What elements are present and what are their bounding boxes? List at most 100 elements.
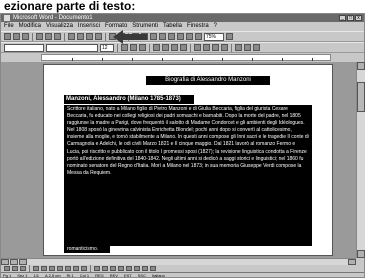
title-bar: Microsoft Word - Documento1 _ □ x [1, 14, 364, 22]
text-box-icon[interactable] [65, 266, 71, 271]
align-right-icon[interactable] [171, 44, 178, 51]
line-icon[interactable] [33, 266, 39, 271]
menu-window[interactable]: Finestra [187, 22, 209, 31]
show-hide-icon[interactable] [195, 33, 202, 40]
menu-bar: File Modifica Visualizza Inserisci Forma… [1, 22, 364, 31]
status-column: Col 1 [79, 273, 90, 278]
help-icon[interactable] [226, 33, 233, 40]
wordart-icon[interactable] [73, 266, 79, 271]
align-center-icon[interactable] [162, 44, 169, 51]
rectangle-icon[interactable] [49, 266, 55, 271]
print-preview-icon[interactable] [45, 33, 52, 40]
selected-body-text[interactable]: Scrittore italiano, nato a Milano figlio… [64, 105, 312, 246]
vertical-scrollbar[interactable] [356, 62, 365, 258]
ruler-tick [282, 58, 283, 61]
justify-icon[interactable] [180, 44, 187, 51]
font-name-select[interactable] [46, 43, 98, 52]
bullets-icon[interactable] [203, 44, 210, 51]
clipart-icon[interactable] [81, 266, 87, 271]
status-page-count: 1/1 [33, 273, 40, 278]
scroll-thumb[interactable] [357, 82, 365, 112]
cut-icon[interactable] [68, 33, 75, 40]
horizontal-ruler[interactable] [41, 54, 331, 61]
new-document-icon[interactable] [4, 33, 11, 40]
ruler-tick [72, 58, 73, 61]
draw-menu-icon[interactable] [4, 266, 10, 271]
selected-title[interactable]: Biografia di Alessandro Manzoni [146, 76, 270, 85]
arrow-style-icon[interactable] [134, 266, 140, 271]
status-rec[interactable]: REG [95, 273, 104, 278]
shadow-icon[interactable] [142, 266, 148, 271]
menu-edit[interactable]: Modifica [19, 22, 41, 31]
open-folder-icon[interactable] [13, 33, 20, 40]
ruler-tick [102, 58, 103, 61]
menu-table[interactable]: Tabella [163, 22, 182, 31]
line-color-icon[interactable] [102, 266, 108, 271]
oval-icon[interactable] [57, 266, 63, 271]
horizontal-scrollbar[interactable] [1, 258, 356, 265]
print-icon[interactable] [36, 33, 43, 40]
selected-subtitle[interactable]: Manzoni, Alessandro (Milano 1785-1873) [64, 95, 194, 104]
status-line: Ri 1 [66, 273, 74, 278]
word-window: Microsoft Word - Documento1 _ □ x File M… [0, 13, 365, 278]
menu-view[interactable]: Visualizza [46, 22, 73, 31]
underline-icon[interactable] [139, 44, 146, 51]
toolbar-separator [32, 32, 33, 41]
window-title: Microsoft Word - Documento1 [13, 15, 93, 21]
decrease-indent-icon[interactable] [212, 44, 219, 51]
insert-excel-icon[interactable] [159, 33, 166, 40]
minimize-button[interactable]: _ [339, 15, 346, 21]
zoom-select[interactable]: 75% [204, 32, 224, 41]
status-trk[interactable]: REV [110, 273, 118, 278]
scroll-down-icon[interactable] [357, 250, 365, 258]
dash-style-icon[interactable] [126, 266, 132, 271]
scroll-up-icon[interactable] [357, 62, 365, 70]
insert-table-icon[interactable] [150, 33, 157, 40]
align-left-icon[interactable] [153, 44, 160, 51]
document-map-icon[interactable] [186, 33, 193, 40]
maximize-button[interactable]: □ [347, 15, 354, 21]
bold-icon[interactable] [121, 44, 128, 51]
menu-file[interactable]: File [4, 22, 14, 31]
caption-text: ezionare parte di testo: [0, 0, 365, 13]
columns-icon[interactable] [168, 33, 175, 40]
draw-font-color-icon[interactable] [110, 266, 116, 271]
toolbar-separator [231, 43, 232, 52]
status-page: Pg 1 [3, 273, 12, 278]
save-icon[interactable] [22, 33, 29, 40]
copy-icon[interactable] [77, 33, 84, 40]
toolbar-separator [105, 32, 106, 41]
spelling-icon[interactable] [54, 33, 61, 40]
document-page[interactable]: Biografia di Alessandro Manzoni Manzoni,… [43, 64, 333, 256]
status-ext[interactable]: EST [124, 273, 132, 278]
status-section: Sez 1 [17, 273, 28, 278]
autoshapes-icon[interactable] [20, 266, 26, 271]
highlight-icon[interactable] [244, 44, 251, 51]
numbering-icon[interactable] [194, 44, 201, 51]
paste-icon[interactable] [86, 33, 93, 40]
font-size-select[interactable]: 12 [100, 43, 114, 52]
select-objects-icon[interactable] [12, 266, 18, 271]
status-ovr[interactable]: SSC [138, 273, 146, 278]
ruler-tick [312, 58, 313, 61]
fill-color-icon[interactable] [94, 266, 100, 271]
selected-text-tail[interactable]: romanticismo. [64, 246, 110, 253]
italic-icon[interactable] [130, 44, 137, 51]
border-icon[interactable] [235, 44, 242, 51]
ruler-tick [132, 58, 133, 61]
menu-help[interactable]: ? [214, 22, 217, 31]
line-style-icon[interactable] [118, 266, 124, 271]
ruler-tick [252, 58, 253, 61]
font-color-icon[interactable] [253, 44, 260, 51]
arrow-icon[interactable] [41, 266, 47, 271]
document-area: Biografia di Alessandro Manzoni Manzoni,… [1, 62, 356, 258]
status-position: A 2,5 cm [45, 273, 61, 278]
increase-indent-icon[interactable] [221, 44, 228, 51]
menu-insert[interactable]: Inserisci [78, 22, 100, 31]
style-select[interactable] [4, 43, 44, 52]
3d-icon[interactable] [150, 266, 156, 271]
format-painter-icon[interactable] [95, 33, 102, 40]
pointer-arrow-icon [113, 30, 147, 44]
close-button[interactable]: x [355, 15, 362, 21]
drawing-icon[interactable] [177, 33, 184, 40]
